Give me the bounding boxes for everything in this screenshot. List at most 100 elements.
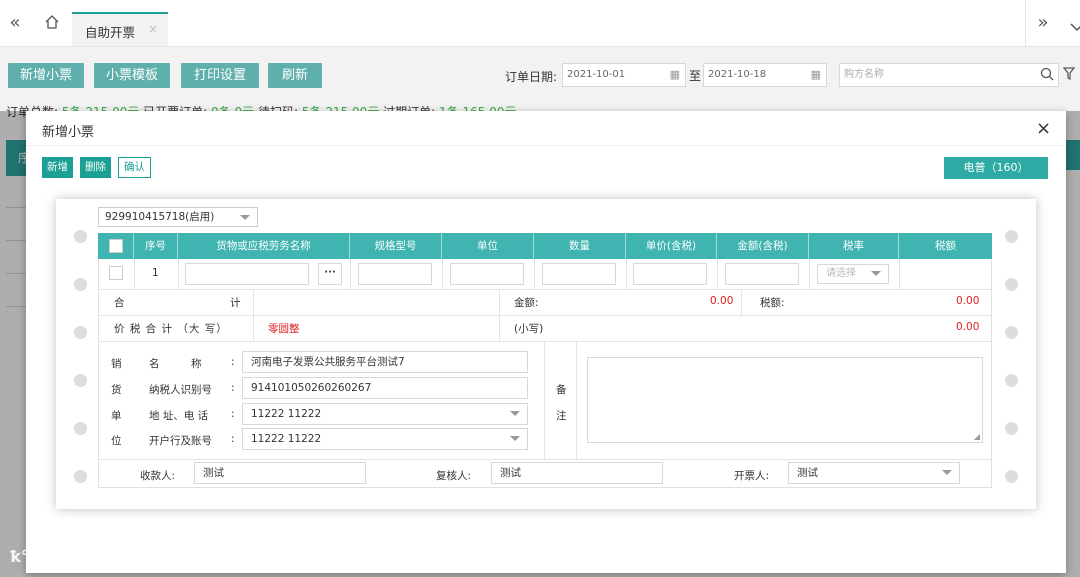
- resize-handle-icon[interactable]: ◢: [974, 432, 980, 441]
- tax-rate-placeholder: 请选择: [826, 268, 856, 279]
- punch-hole: [1005, 470, 1018, 483]
- row-checkbox[interactable]: [109, 266, 123, 280]
- punch-hole: [74, 422, 87, 435]
- filter-icon[interactable]: [1062, 67, 1076, 84]
- double-chevron-left-icon[interactable]: «: [0, 10, 30, 36]
- date-to-value: 2021-10-18: [708, 69, 767, 80]
- add-ticket-button[interactable]: 新增小票: [8, 63, 84, 88]
- seller-name-label: 名 称: [149, 358, 202, 370]
- modal-title: 新增小票: [42, 125, 95, 140]
- buyer-placeholder: 购方名称: [844, 69, 884, 80]
- date-from-value: 2021-10-01: [567, 69, 626, 80]
- buyer-search-input[interactable]: 购方名称: [839, 63, 1059, 87]
- seller-address-select[interactable]: 11222 11222: [242, 403, 528, 425]
- order-date-label: 订单日期:: [505, 70, 558, 84]
- total-lower-value: 0.00: [956, 321, 980, 333]
- punch-hole: [1005, 278, 1018, 291]
- watermark-logo: ꝁ° 大数跨境: [10, 541, 112, 568]
- punch-hole: [74, 278, 87, 291]
- device-select-value: 929910415718(启用): [105, 211, 215, 223]
- seller-bank-value: 11222 11222: [251, 433, 322, 445]
- close-icon[interactable]: ×: [1036, 118, 1051, 139]
- drawer-label: 开票人:: [734, 470, 770, 482]
- seller-name-input[interactable]: 河南电子发票公共服务平台测试7: [242, 351, 528, 373]
- unit-price-input[interactable]: [633, 263, 707, 285]
- reviewer-label: 复核人:: [436, 470, 472, 482]
- column-header: 税率: [809, 233, 899, 259]
- watermark-icon: ꝁ°: [10, 547, 30, 566]
- ticket-template-button[interactable]: 小票模板: [94, 63, 170, 88]
- spec-input[interactable]: [358, 263, 432, 285]
- device-select[interactable]: 929910415718(启用): [98, 207, 258, 227]
- seller-name-value: 河南电子发票公共服务平台测试7: [251, 356, 405, 368]
- column-header: 货物或应税劳务名称: [178, 233, 350, 259]
- divider: [1025, 0, 1026, 46]
- add-row-button[interactable]: 新增: [42, 157, 73, 178]
- drawer-value: 测试: [797, 467, 818, 479]
- punch-hole: [74, 374, 87, 387]
- close-icon[interactable]: ×: [148, 22, 158, 36]
- subtotal-label-right: 计: [230, 297, 241, 309]
- punch-hole: [1005, 422, 1018, 435]
- punch-hole: [74, 470, 87, 483]
- amount-input[interactable]: [725, 263, 799, 285]
- more-button[interactable]: ···: [318, 263, 342, 285]
- invoice-paper: 929910415718(启用) 序号 货物或应税劳务名称 规格型号 单位 数量…: [56, 199, 1036, 509]
- select-all-checkbox[interactable]: [108, 239, 123, 253]
- tab-self-invoice[interactable]: 自助开票 ×: [72, 12, 168, 46]
- delete-row-button[interactable]: 删除: [80, 157, 111, 178]
- subtotal-label-left: 合: [114, 297, 125, 309]
- punch-hole: [1005, 230, 1018, 243]
- column-header: 序号: [134, 233, 178, 259]
- select-all-cell: [98, 233, 134, 259]
- amount-label: 金额:: [514, 297, 539, 309]
- column-header: 单位: [442, 233, 534, 259]
- seller-side-char: 位: [111, 435, 122, 447]
- total-lower-label: (小写): [514, 323, 544, 335]
- to-label: 至: [689, 69, 702, 83]
- chevron-down-icon: [871, 271, 881, 276]
- seller-side-char: 货: [111, 384, 122, 396]
- remark-char: 备: [556, 384, 567, 396]
- payee-value: 测试: [203, 467, 224, 479]
- tab-bar: « 自助开票 × »: [0, 0, 1080, 47]
- seller-taxid-label: 纳税人识别号: [149, 384, 212, 396]
- seller-taxid-value: 914101050260260267: [251, 382, 372, 394]
- unit-input[interactable]: [450, 263, 524, 285]
- search-icon[interactable]: [1040, 67, 1054, 90]
- date-to-input[interactable]: 2021-10-18 ▦: [703, 63, 827, 87]
- watermark-text: 大数跨境: [35, 545, 112, 567]
- row-index: 1: [152, 267, 159, 279]
- chevron-down-icon[interactable]: [1062, 14, 1080, 40]
- reviewer-input[interactable]: 测试: [491, 462, 663, 484]
- chevron-down-icon: [240, 215, 250, 220]
- add-ticket-modal: 新增小票 × 新增 删除 确认 电普（160） 929910415718(启用): [26, 111, 1066, 573]
- goods-name-input[interactable]: [185, 263, 309, 285]
- drawer-select[interactable]: 测试: [788, 462, 960, 484]
- chevron-down-icon: [510, 411, 520, 416]
- seller-taxid-input[interactable]: 914101050260260267: [242, 377, 528, 399]
- remark-textarea[interactable]: ◢: [587, 357, 983, 443]
- quantity-input[interactable]: [542, 263, 616, 285]
- calendar-icon[interactable]: ▦: [670, 64, 680, 86]
- calendar-icon[interactable]: ▦: [811, 64, 821, 86]
- date-from-input[interactable]: 2021-10-01 ▦: [562, 63, 686, 87]
- column-header: 税额: [935, 240, 956, 252]
- invoice-type-button[interactable]: 电普（160）: [944, 157, 1048, 179]
- punch-hole: [74, 230, 87, 243]
- remark-char: 注: [556, 410, 567, 422]
- double-chevron-right-icon[interactable]: »: [1028, 10, 1058, 36]
- confirm-button[interactable]: 确认: [118, 157, 151, 178]
- reviewer-value: 测试: [500, 467, 521, 479]
- seller-bank-select[interactable]: 11222 11222: [242, 428, 528, 450]
- home-icon[interactable]: [37, 12, 67, 38]
- table-row: 1 ··· 请选择: [98, 259, 992, 289]
- tax-rate-select[interactable]: 请选择: [817, 264, 889, 284]
- amount-value: 0.00: [710, 295, 734, 307]
- print-settings-button[interactable]: 打印设置: [181, 63, 259, 88]
- punch-hole: [1005, 374, 1018, 387]
- seller-side-char: 单: [111, 410, 122, 422]
- column-header: 规格型号: [350, 233, 442, 259]
- payee-input[interactable]: 测试: [194, 462, 366, 484]
- refresh-button[interactable]: 刷新: [268, 63, 322, 88]
